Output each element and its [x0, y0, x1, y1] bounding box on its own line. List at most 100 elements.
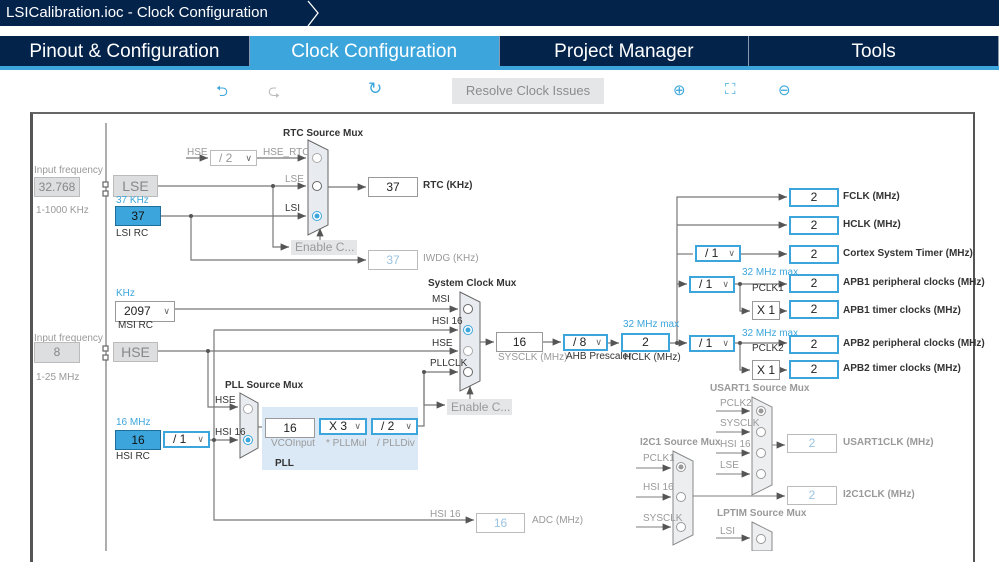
chevron-down-icon: ∨: [595, 337, 602, 347]
usart1-mux-title: USART1 Source Mux: [710, 383, 810, 394]
adc-input-label: HSI 16: [430, 509, 461, 520]
adc-output-field: 16: [476, 513, 525, 533]
lsi-rc-label: LSI RC: [116, 228, 149, 239]
i2c1-clock-label: I2C1CLK (MHz): [843, 489, 915, 500]
apb1-timer-field[interactable]: 2: [789, 300, 839, 319]
apb1-prescaler-dropdown[interactable]: / 1 ∨: [689, 276, 735, 293]
pll-mul-dropdown[interactable]: X 3 ∨: [319, 418, 367, 435]
ahb-prescaler-label: AHB Prescaler: [566, 351, 632, 362]
msi-unit-label: KHz: [116, 288, 135, 299]
chevron-down-icon: ∨: [722, 338, 729, 348]
iwdg-output-label: IWDG (KHz): [423, 253, 479, 264]
hclk-output-field[interactable]: 2: [789, 216, 839, 235]
chevron-down-icon: ∨: [405, 421, 412, 431]
adc-label: ADC (MHz): [532, 515, 584, 526]
hsi-divider-dropdown[interactable]: / 1 ∨: [163, 431, 210, 448]
ahb-prescaler-value: / 8: [573, 335, 587, 349]
apb1-timer-multiplier: X 1: [752, 301, 780, 320]
usart1-in-lse: LSE: [720, 460, 739, 471]
apb1-prescaler-value: / 1: [699, 277, 713, 291]
lptim-mux-title: LPTIM Source Mux: [717, 508, 807, 519]
pll-vco-input-field: 16: [265, 418, 315, 438]
hse-oscillator[interactable]: HSE: [113, 342, 158, 362]
ahb-prescaler-dropdown[interactable]: / 8 ∨: [563, 334, 608, 351]
i2c1-in-hsi16: HSI 16: [643, 482, 674, 493]
pll-div-value: / 2: [381, 419, 395, 433]
pll-label: PLL: [275, 458, 294, 469]
pll-div-dropdown[interactable]: / 2 ∨: [371, 418, 418, 435]
pll-hse-input-label: HSE: [215, 395, 236, 406]
rtc-hse-divider-dropdown[interactable]: / 2 ∨: [210, 150, 257, 166]
lse-input-frequency-label: Input frequency: [34, 165, 103, 176]
usart1-clock-label: USART1CLK (MHz): [843, 437, 934, 448]
pll-div-label: / PLLDiv: [377, 438, 415, 449]
cortex-divider-value: / 1: [705, 246, 719, 260]
sysclk-field: 16: [496, 332, 543, 352]
rtc-enable-css-button[interactable]: Enable C...: [291, 240, 357, 255]
apb2-peripheral-label: APB2 peripheral clocks (MHz): [843, 338, 985, 349]
lsi-rc-oscillator[interactable]: 37: [115, 206, 161, 226]
i2c1-in-pclk1: PCLK1: [643, 453, 675, 464]
usart1-in-pclk2: PCLK2: [720, 398, 752, 409]
hse-rtc-label: HSE_RTC: [263, 147, 310, 158]
chevron-down-icon: ∨: [197, 434, 204, 444]
hclk-output-label: HCLK (MHz): [843, 219, 901, 230]
lptim-in-lsi: LSI: [720, 526, 736, 537]
lse-input-frequency-field[interactable]: 32.768: [34, 177, 80, 197]
apb2-timer-multiplier: X 1: [752, 360, 780, 380]
lsi-frequency-label: 37 KHz: [116, 195, 149, 206]
sysmux-hse-label: HSE: [432, 338, 453, 349]
hsi-divider-value: / 1: [173, 432, 187, 446]
hsi-rc-oscillator[interactable]: 16: [115, 430, 161, 450]
msi-rc-label: MSI RC: [118, 320, 153, 331]
msi-rc-value: 2097: [124, 304, 151, 318]
chevron-down-icon: ∨: [354, 421, 361, 431]
usart1-in-sysclk: SYSCLK: [720, 418, 760, 429]
usart1-clock-field: 2: [787, 434, 837, 453]
apb2-prescaler-value: / 1: [699, 336, 713, 350]
cortex-timer-divider-dropdown[interactable]: / 1 ∨: [695, 245, 741, 262]
apb1-peripheral-field[interactable]: 2: [789, 274, 839, 293]
mux-shapes: [239, 139, 773, 551]
pll-source-mux: [239, 392, 259, 459]
fclk-label: FCLK (MHz): [843, 191, 900, 202]
rtc-output-field[interactable]: 37: [368, 177, 418, 197]
apb2-prescaler-dropdown[interactable]: / 1 ∨: [689, 335, 735, 352]
hclk-input-field[interactable]: 2: [621, 333, 670, 352]
pll-mul-value: X 3: [329, 419, 348, 433]
hsi-rc-label: HSI RC: [116, 451, 150, 462]
cortex-timer-label: Cortex System Timer (MHz): [843, 248, 973, 259]
pclk1-label: PCLK1: [752, 283, 784, 294]
lse-range-label: 1-1000 KHz: [36, 205, 89, 216]
rtc-hse-divider-value: / 2: [219, 151, 233, 165]
chevron-down-icon: ∨: [722, 279, 729, 289]
pll-hsi-input-label: HSI 16: [215, 427, 246, 438]
chevron-down-icon: ∨: [245, 153, 252, 163]
i2c1-clock-field: 2: [787, 486, 837, 505]
vco-input-label: VCOInput: [271, 438, 315, 449]
pll-mux-title: PLL Source Mux: [225, 380, 304, 391]
hse-range-label: 1-25 MHz: [36, 372, 80, 383]
apb2-timer-field[interactable]: 2: [789, 360, 839, 379]
hse-input-frequency-field[interactable]: 8: [34, 342, 80, 363]
rtc-lsi-input-label: LSI: [285, 203, 301, 214]
usart1-in-hsi16: HSI 16: [720, 439, 751, 450]
sysmux-pllclk-label: PLLCLK: [430, 358, 468, 369]
i2c1-in-sysclk: SYSCLK: [643, 513, 683, 524]
sysclk-enable-css-button[interactable]: Enable C...: [447, 399, 512, 415]
sysmux-hsi-label: HSI 16: [432, 316, 463, 327]
i2c1-mux-title: I2C1 Source Mux: [640, 437, 721, 448]
hclk-max-label: 32 MHz max: [623, 319, 680, 330]
fclk-field[interactable]: 2: [789, 188, 839, 207]
chevron-down-icon: ∨: [163, 306, 170, 316]
cortex-timer-field[interactable]: 2: [789, 245, 839, 264]
rtc-output-label: RTC (KHz): [423, 180, 473, 191]
apb1-peripheral-label: APB1 peripheral clocks (MHz): [843, 277, 985, 288]
apb2-peripheral-field[interactable]: 2: [789, 335, 839, 354]
iwdg-output-field: 37: [368, 250, 418, 270]
rtc-hse-input-label: HSE: [187, 147, 208, 158]
msi-rc-dropdown[interactable]: 2097 ∨: [115, 301, 175, 322]
lse-oscillator[interactable]: LSE: [113, 175, 158, 197]
rtc-mux-title: RTC Source Mux: [283, 128, 364, 139]
hclk-label: HCLK (MHz): [624, 352, 681, 363]
